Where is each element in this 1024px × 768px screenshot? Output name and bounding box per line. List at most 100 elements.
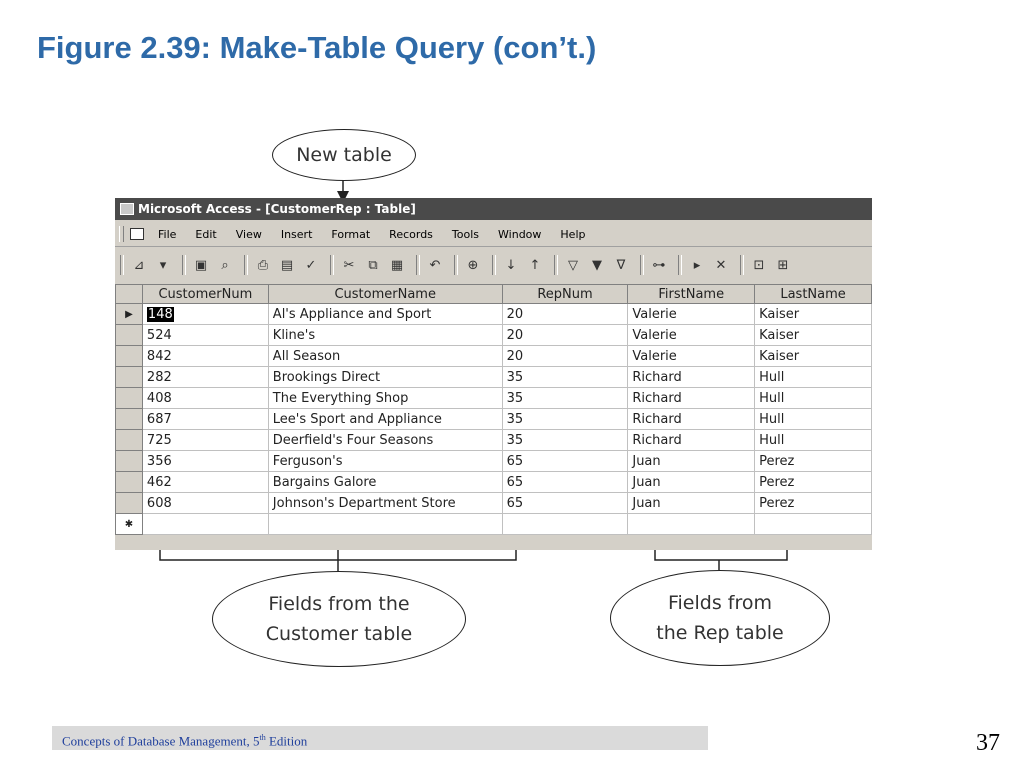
database-window-icon[interactable]: ⊡: [749, 255, 769, 275]
cell-customernum[interactable]: 842: [141, 345, 269, 367]
delete-record-icon[interactable]: ✕: [711, 255, 731, 275]
cell-repnum[interactable]: 65: [501, 450, 629, 472]
search-file-icon[interactable]: ⌕: [215, 255, 235, 275]
cell-firstname[interactable]: Valerie: [627, 303, 756, 325]
cell-firstname[interactable]: Juan: [627, 450, 756, 472]
new-record-row[interactable]: ✱: [115, 513, 872, 535]
cell-lastname[interactable]: Perez: [754, 492, 872, 514]
column-header-customernum[interactable]: CustomerNum: [141, 284, 269, 304]
print-preview-icon[interactable]: ▤: [277, 255, 297, 275]
record-selector[interactable]: [115, 366, 143, 388]
cell-lastname[interactable]: Perez: [754, 471, 872, 493]
column-header-lastname[interactable]: LastName: [754, 284, 872, 304]
print-icon[interactable]: ⎙: [253, 255, 273, 275]
cell-customernum[interactable]: 687: [141, 408, 269, 430]
undo-icon[interactable]: ↶: [425, 255, 445, 275]
menu-view[interactable]: View: [236, 228, 262, 241]
cell-firstname[interactable]: Richard: [627, 387, 756, 409]
cell-firstname[interactable]: Valerie: [627, 345, 756, 367]
table-row[interactable]: 842 All Season 20 Valerie Kaiser: [115, 345, 872, 367]
table-row[interactable]: 408 The Everything Shop 35 Richard Hull: [115, 387, 872, 409]
cell-repnum[interactable]: 20: [501, 345, 629, 367]
cell-customername[interactable]: The Everything Shop: [267, 387, 503, 409]
record-selector[interactable]: [115, 450, 143, 472]
cell-customernum[interactable]: 608: [141, 492, 269, 514]
menu-edit[interactable]: Edit: [195, 228, 216, 241]
new-record-icon[interactable]: ▸: [687, 255, 707, 275]
record-selector[interactable]: [115, 471, 143, 493]
record-selector[interactable]: [115, 492, 143, 514]
cell-firstname[interactable]: Valerie: [627, 324, 756, 346]
cell-customernum[interactable]: 524: [141, 324, 269, 346]
cell-customername[interactable]: Bargains Galore: [267, 471, 503, 493]
cell-customername[interactable]: Lee's Sport and Appliance: [267, 408, 503, 430]
menu-format[interactable]: Format: [331, 228, 370, 241]
apply-filter-icon[interactable]: ∇: [611, 255, 631, 275]
filter-by-selection-icon[interactable]: ▽: [563, 255, 583, 275]
cell-customernum[interactable]: 282: [141, 366, 269, 388]
cell-customername[interactable]: Ferguson's: [267, 450, 503, 472]
cell-firstname[interactable]: Richard: [627, 366, 756, 388]
new-cell[interactable]: [501, 513, 629, 535]
table-row[interactable]: 356 Ferguson's 65 Juan Perez: [115, 450, 872, 472]
menubar-grip[interactable]: [119, 226, 124, 242]
cell-customernum[interactable]: 462: [141, 471, 269, 493]
table-row[interactable]: 725 Deerfield's Four Seasons 35 Richard …: [115, 429, 872, 451]
record-selector-current-icon[interactable]: ▶: [115, 303, 143, 325]
record-selector[interactable]: [115, 387, 143, 409]
copy-icon[interactable]: ⧉: [363, 255, 383, 275]
cell-firstname[interactable]: Richard: [627, 429, 756, 451]
cell-customernum-selected[interactable]: 148: [146, 306, 174, 322]
new-cell[interactable]: [267, 513, 503, 535]
column-header-firstname[interactable]: FirstName: [627, 284, 756, 304]
cell-repnum[interactable]: 65: [501, 471, 629, 493]
table-row[interactable]: 608 Johnson's Department Store 65 Juan P…: [115, 492, 872, 514]
sort-ascending-icon[interactable]: ↓: [501, 255, 521, 275]
cell-lastname[interactable]: Kaiser: [754, 324, 872, 346]
menu-help[interactable]: Help: [560, 228, 585, 241]
table-row[interactable]: 462 Bargains Galore 65 Juan Perez: [115, 471, 872, 493]
cell-repnum[interactable]: 35: [501, 429, 629, 451]
cell-customernum[interactable]: 408: [141, 387, 269, 409]
cell-lastname[interactable]: Kaiser: [754, 345, 872, 367]
menu-insert[interactable]: Insert: [281, 228, 313, 241]
cell-customername[interactable]: Al's Appliance and Sport: [267, 303, 503, 325]
record-selector[interactable]: [115, 345, 143, 367]
menu-records[interactable]: Records: [389, 228, 433, 241]
cell-lastname[interactable]: Hull: [754, 366, 872, 388]
cell-customername[interactable]: Johnson's Department Store: [267, 492, 503, 514]
paste-icon[interactable]: ▦: [387, 255, 407, 275]
cell-customername[interactable]: Deerfield's Four Seasons: [267, 429, 503, 451]
column-header-customername[interactable]: CustomerName: [267, 284, 503, 304]
cell-repnum[interactable]: 35: [501, 387, 629, 409]
view-icon[interactable]: ⊿: [129, 255, 149, 275]
new-cell[interactable]: [754, 513, 872, 535]
new-object-icon[interactable]: ⊞: [773, 255, 793, 275]
record-selector[interactable]: [115, 408, 143, 430]
record-selector[interactable]: [115, 429, 143, 451]
cut-icon[interactable]: ✂: [339, 255, 359, 275]
column-header-repnum[interactable]: RepNum: [501, 284, 629, 304]
save-icon[interactable]: ▣: [191, 255, 211, 275]
cell-repnum[interactable]: 35: [501, 366, 629, 388]
cell-repnum[interactable]: 65: [501, 492, 629, 514]
cell-lastname[interactable]: Perez: [754, 450, 872, 472]
new-cell[interactable]: [141, 513, 269, 535]
spelling-icon[interactable]: ✓: [301, 255, 321, 275]
cell-lastname[interactable]: Hull: [754, 387, 872, 409]
table-row[interactable]: 687 Lee's Sport and Appliance 35 Richard…: [115, 408, 872, 430]
table-doc-icon[interactable]: [130, 228, 144, 240]
select-all-corner[interactable]: [115, 284, 143, 304]
cell-firstname[interactable]: Richard: [627, 408, 756, 430]
cell-repnum[interactable]: 20: [501, 303, 629, 325]
sort-descending-icon[interactable]: ↑: [525, 255, 545, 275]
cell-customernum[interactable]: 356: [141, 450, 269, 472]
cell-firstname[interactable]: Juan: [627, 471, 756, 493]
new-record-icon-selector[interactable]: ✱: [115, 513, 143, 535]
find-icon[interactable]: ⊶: [649, 255, 669, 275]
record-selector[interactable]: [115, 324, 143, 346]
cell-firstname[interactable]: Juan: [627, 492, 756, 514]
cell-customername[interactable]: Kline's: [267, 324, 503, 346]
table-row[interactable]: 282 Brookings Direct 35 Richard Hull: [115, 366, 872, 388]
new-cell[interactable]: [627, 513, 756, 535]
